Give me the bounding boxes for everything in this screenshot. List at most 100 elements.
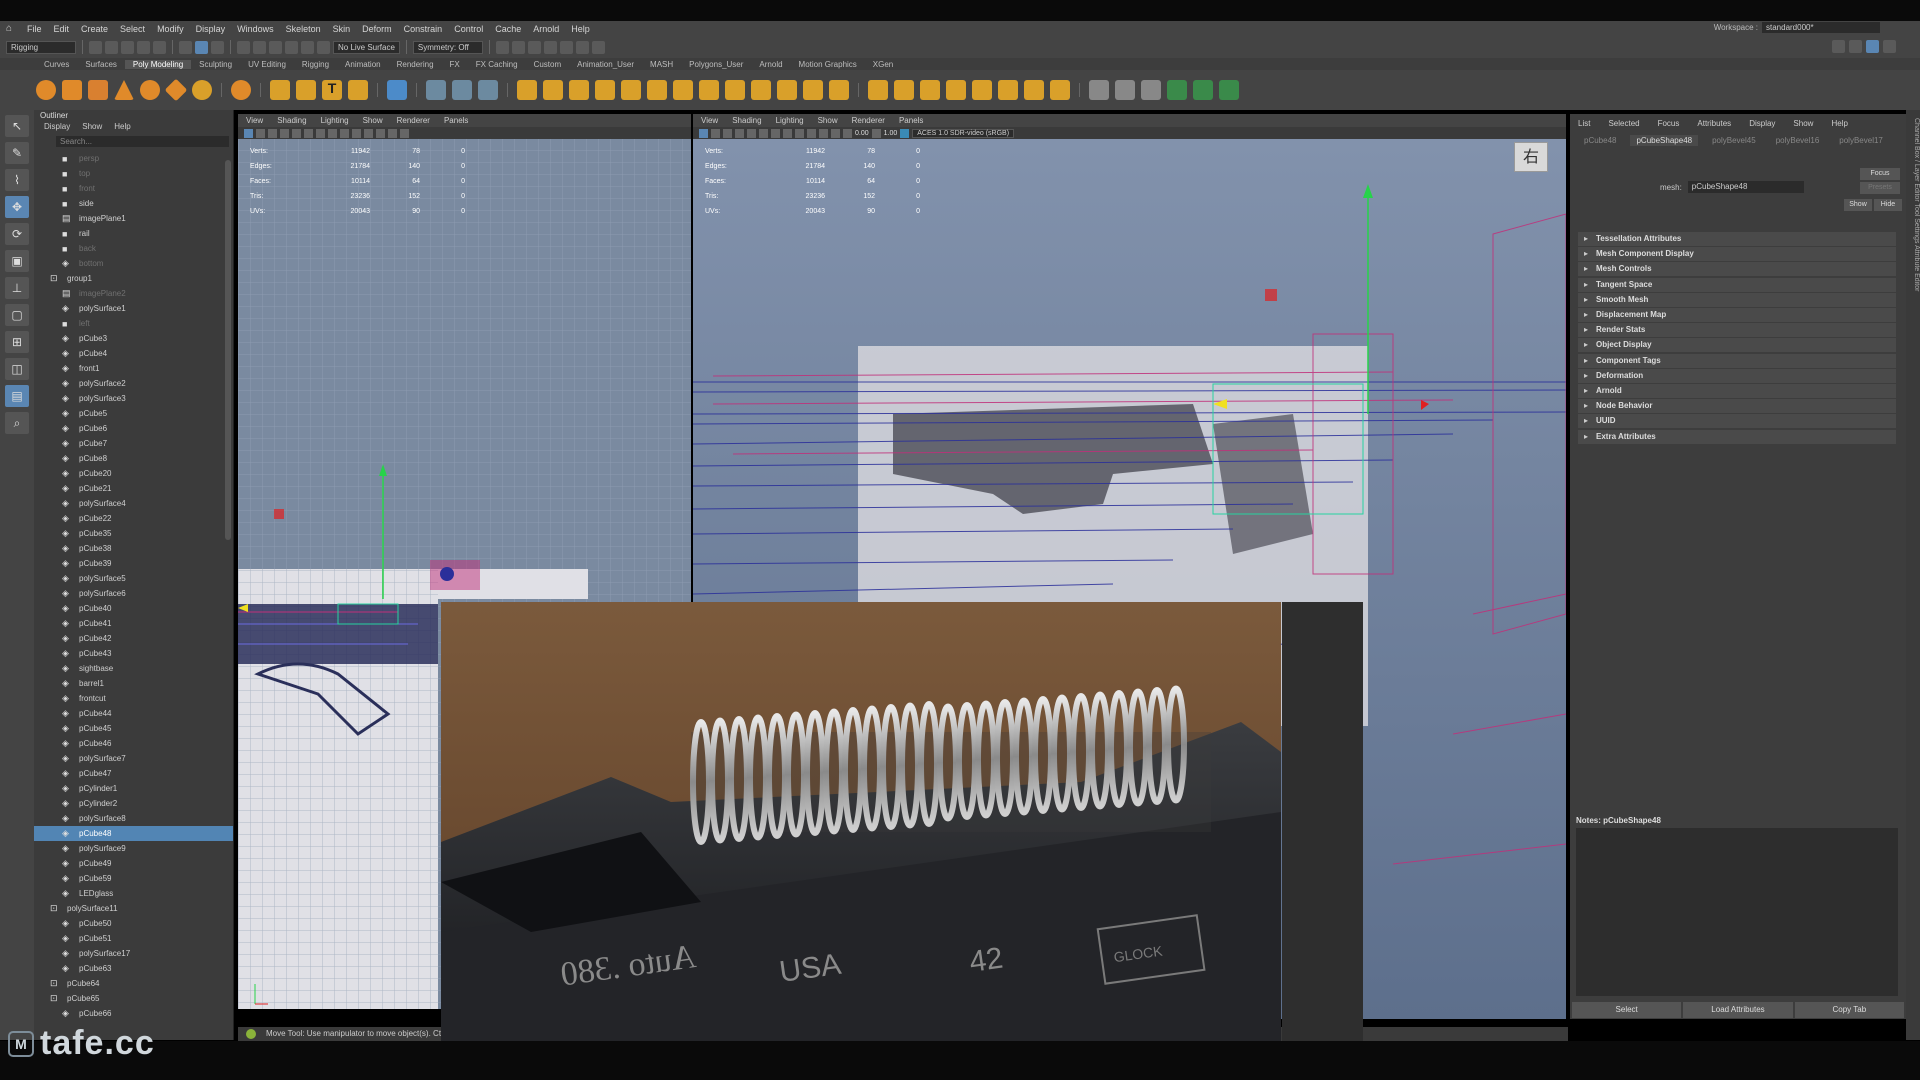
- offset-edge-loop-icon[interactable]: [803, 80, 823, 100]
- menu-help[interactable]: Help: [565, 24, 596, 34]
- rt-script-icon[interactable]: [1219, 80, 1239, 100]
- shelf-tab-surfaces[interactable]: Surfaces: [77, 60, 125, 69]
- wireframe-on-shaded-icon[interactable]: [352, 128, 361, 138]
- hide-button[interactable]: Hide: [1874, 199, 1902, 211]
- outliner-item[interactable]: ◈ polySurface9: [34, 841, 233, 856]
- outliner-item[interactable]: ◈ polySurface4: [34, 496, 233, 511]
- open-scene-icon[interactable]: [105, 40, 118, 54]
- outliner-item[interactable]: ◈ pCube20: [34, 466, 233, 481]
- outliner-item[interactable]: ◈ pCube48: [34, 826, 233, 841]
- target-weld-icon[interactable]: [868, 80, 888, 100]
- combine-icon[interactable]: [452, 80, 472, 100]
- outliner-item[interactable]: ◈ pCube3: [34, 331, 233, 346]
- outliner-item[interactable]: ◈ polySurface7: [34, 751, 233, 766]
- outliner-item[interactable]: ◈ pCube50: [34, 916, 233, 931]
- poly-disc-icon[interactable]: [192, 80, 212, 100]
- viewcube[interactable]: 右: [1514, 142, 1548, 172]
- shelf-tab-rigging[interactable]: Rigging: [294, 60, 337, 69]
- outliner-item[interactable]: ⊡ pCube64: [34, 976, 233, 991]
- ft-script-icon[interactable]: [1167, 80, 1187, 100]
- fill-hole-icon[interactable]: [647, 80, 667, 100]
- ae-section-mesh-component-display[interactable]: Mesh Component Display: [1578, 247, 1896, 262]
- multi-cut-icon[interactable]: [829, 80, 849, 100]
- menu-deform[interactable]: Deform: [356, 24, 398, 34]
- menu-modify[interactable]: Modify: [151, 24, 190, 34]
- outliner-item[interactable]: ◈ LEDglass: [34, 886, 233, 901]
- append-polygon-icon[interactable]: [777, 80, 797, 100]
- menu-skeleton[interactable]: Skeleton: [280, 24, 327, 34]
- textured-icon[interactable]: [795, 128, 804, 138]
- camera-attributes-icon[interactable]: [711, 128, 720, 138]
- side-tab-strip[interactable]: Channel Box / Layer Editor Tool Settings…: [1906, 110, 1920, 1040]
- outliner-item[interactable]: ◈ pCube41: [34, 616, 233, 631]
- shelf-tab-mash[interactable]: MASH: [642, 60, 681, 69]
- outliner-item[interactable]: ◈ polySurface1: [34, 301, 233, 316]
- outliner-item[interactable]: ◈ pCube7: [34, 436, 233, 451]
- ae-tab-polybevel17[interactable]: polyBevel17: [1833, 135, 1889, 146]
- ae-section-node-behavior[interactable]: Node Behavior: [1578, 399, 1896, 414]
- select-component-icon[interactable]: [211, 40, 224, 54]
- outliner-item[interactable]: ⊡ group1: [34, 271, 233, 286]
- menu-display[interactable]: Display: [190, 24, 232, 34]
- merge-icon[interactable]: [751, 80, 771, 100]
- outliner-item[interactable]: ◈ polySurface8: [34, 811, 233, 826]
- grid-toggle-icon[interactable]: [292, 128, 301, 138]
- outliner-item[interactable]: ◈ polySurface17: [34, 946, 233, 961]
- ae-tab-polybevel45[interactable]: polyBevel45: [1706, 135, 1762, 146]
- snap-view-icon[interactable]: [285, 40, 298, 54]
- shelf-tab-animation-user[interactable]: Animation_User: [569, 60, 642, 69]
- hypershade-icon[interactable]: [559, 40, 573, 54]
- ae-menu-focus[interactable]: Focus: [1658, 119, 1680, 128]
- poly-cone-icon[interactable]: [114, 80, 134, 100]
- freeze-transform-icon[interactable]: [1089, 80, 1109, 100]
- select-hierarchy-icon[interactable]: [179, 40, 192, 54]
- pause-icon[interactable]: [591, 40, 605, 54]
- textured-icon[interactable]: [364, 128, 373, 138]
- bridge-icon[interactable]: [673, 80, 693, 100]
- outliner-item[interactable]: ◈ pCube4: [34, 346, 233, 361]
- poly-torus-icon[interactable]: [140, 80, 160, 100]
- xray-icon[interactable]: [819, 128, 828, 138]
- outliner-scrollbar[interactable]: [225, 160, 231, 540]
- last-tool-icon[interactable]: ⊥: [5, 277, 29, 299]
- super-shape-icon[interactable]: [231, 80, 251, 100]
- redo-icon[interactable]: [153, 40, 166, 54]
- text-tool-icon[interactable]: T: [322, 80, 342, 100]
- outliner-item[interactable]: ◈ pCube40: [34, 601, 233, 616]
- outliner-search-input[interactable]: Search...: [56, 136, 229, 147]
- remesh-icon[interactable]: [595, 80, 615, 100]
- ae-section-extra-attributes[interactable]: Extra Attributes: [1578, 429, 1896, 444]
- outliner-item[interactable]: ◈ pCube22: [34, 511, 233, 526]
- render-frame-icon[interactable]: [495, 40, 509, 54]
- center-pivot-icon[interactable]: [1115, 80, 1135, 100]
- transform-component-icon[interactable]: [1050, 80, 1070, 100]
- menu-windows[interactable]: Windows: [231, 24, 280, 34]
- slide-edge-icon[interactable]: [920, 80, 940, 100]
- ae-section-render-stats[interactable]: Render Stats: [1578, 323, 1896, 338]
- shelf-tab-sculpting[interactable]: Sculpting: [191, 60, 240, 69]
- shelf-tab-animation[interactable]: Animation: [337, 60, 389, 69]
- outliner-item[interactable]: ◈ pCube59: [34, 871, 233, 886]
- mirror-icon[interactable]: [426, 80, 446, 100]
- load-attributes-button[interactable]: Load Attributes: [1683, 1002, 1793, 1018]
- vp-menu-show[interactable]: Show: [818, 114, 838, 127]
- exposure-value[interactable]: 0.00: [855, 130, 869, 137]
- magnet-icon[interactable]: [317, 40, 330, 54]
- scale-tool-icon[interactable]: ▣: [5, 250, 29, 272]
- outliner-item[interactable]: ◈ polySurface3: [34, 391, 233, 406]
- ae-menu-display[interactable]: Display: [1749, 119, 1775, 128]
- ae-tab-polybevel16[interactable]: polyBevel16: [1770, 135, 1826, 146]
- live-surface-field[interactable]: No Live Surface: [333, 40, 400, 54]
- ae-section-displacement-map[interactable]: Displacement Map: [1578, 308, 1896, 322]
- outliner-item[interactable]: ◈ polySurface5: [34, 571, 233, 586]
- ipr-render-icon[interactable]: [527, 40, 541, 54]
- connect-icon[interactable]: [946, 80, 966, 100]
- single-perspective-layout-icon[interactable]: ▢: [5, 304, 29, 326]
- menu-constrain[interactable]: Constrain: [398, 24, 449, 34]
- outliner-item[interactable]: ■ front: [34, 181, 233, 196]
- outliner-item[interactable]: ◈ bottom: [34, 256, 233, 271]
- camera-attributes-icon[interactable]: [256, 128, 265, 138]
- ae-tab-pcubeshape48[interactable]: pCubeShape48: [1630, 134, 1699, 146]
- outliner-item[interactable]: ■ left: [34, 316, 233, 331]
- home-icon[interactable]: ⌂: [6, 23, 17, 34]
